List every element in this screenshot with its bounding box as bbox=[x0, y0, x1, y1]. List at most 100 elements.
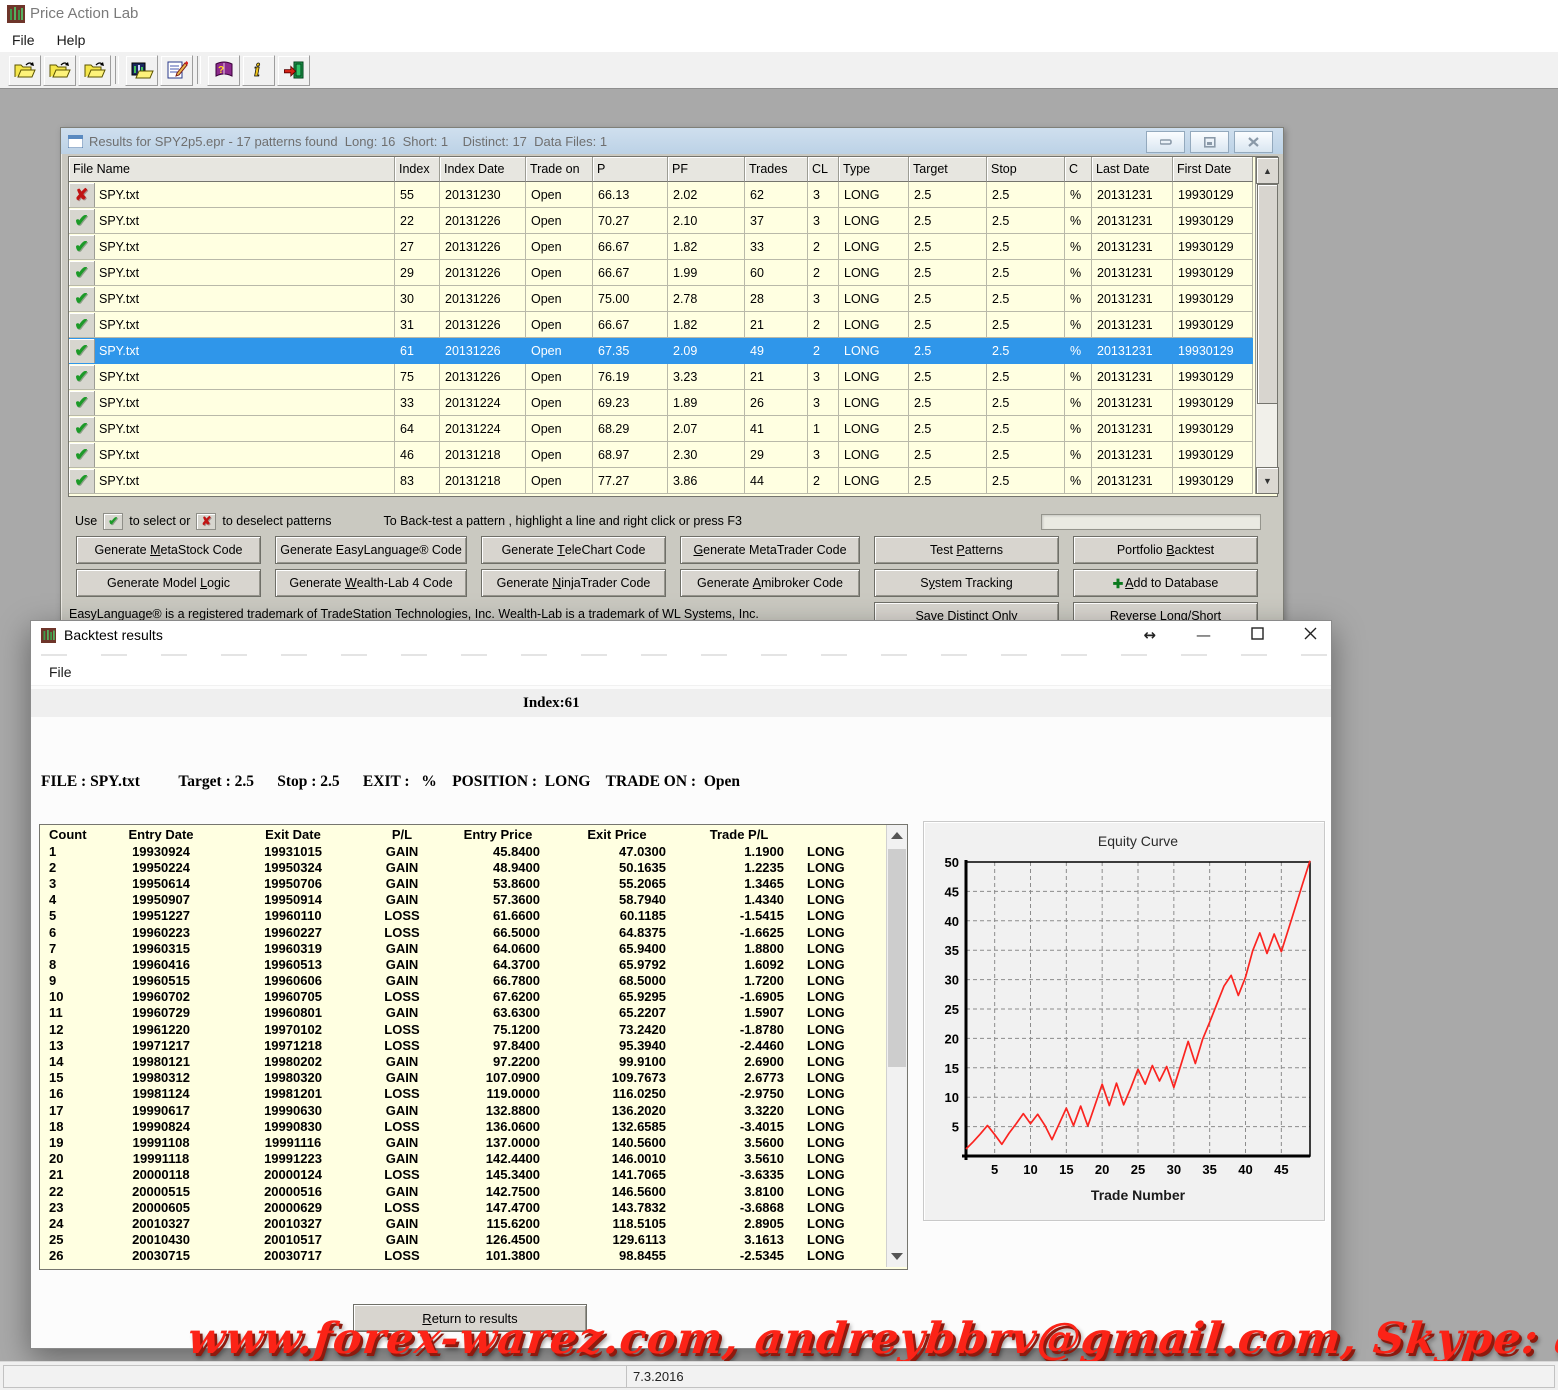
check-icon[interactable]: ✔ bbox=[69, 235, 95, 259]
check-icon[interactable]: ✔ bbox=[69, 261, 95, 285]
check-icon[interactable]: ✔ bbox=[69, 287, 95, 311]
action-button[interactable]: ✚ Add to Database bbox=[1073, 569, 1258, 597]
scroll-down-icon[interactable]: ▼ bbox=[1256, 467, 1279, 494]
close-icon[interactable] bbox=[1234, 131, 1273, 153]
backtest-titlebar[interactable]: Backtest results ↔ — bbox=[31, 621, 1331, 649]
cell: 2 bbox=[808, 468, 839, 494]
svg-text:Trade Number: Trade Number bbox=[1091, 1187, 1186, 1203]
svg-text:40: 40 bbox=[945, 914, 959, 929]
column-header[interactable]: Target bbox=[909, 157, 987, 182]
trade-row: 51995122719960110LOSS61.660060.1185-1.54… bbox=[40, 908, 907, 924]
action-button[interactable]: Generate Wealth-Lab 4 Code bbox=[275, 569, 467, 597]
check-icon[interactable]: ✔ bbox=[69, 391, 95, 415]
pattern-row[interactable]: ✔SPY.txt2720131226Open66.671.82332LONG2.… bbox=[69, 234, 1253, 260]
restore-icon[interactable] bbox=[1190, 131, 1229, 153]
menu-help[interactable]: Help bbox=[47, 30, 96, 50]
column-header[interactable]: C bbox=[1065, 157, 1092, 182]
cell: 19960223 bbox=[98, 924, 224, 940]
open-file-icon[interactable] bbox=[78, 55, 111, 86]
column-header[interactable]: First Date bbox=[1173, 157, 1253, 182]
cell: 19980320 bbox=[224, 1070, 362, 1086]
maximize-icon[interactable] bbox=[1251, 626, 1264, 644]
check-icon[interactable]: ✔ bbox=[69, 339, 95, 363]
column-header[interactable]: Index bbox=[395, 157, 440, 182]
column-header[interactable]: Index Date bbox=[440, 157, 526, 182]
pattern-row[interactable]: ✔SPY.txt8320131218Open77.273.86442LONG2.… bbox=[69, 468, 1253, 494]
cell: 19930129 bbox=[1173, 442, 1253, 468]
trade-row: 232000060520000629LOSS147.4700143.7832-3… bbox=[40, 1199, 907, 1215]
scan-folder-icon[interactable] bbox=[125, 55, 158, 86]
cross-icon[interactable]: ✘ bbox=[69, 183, 95, 207]
scrollbar-thumb[interactable] bbox=[888, 849, 906, 1067]
cell: ✔SPY.txt bbox=[69, 286, 395, 312]
cell: 19930129 bbox=[1173, 234, 1253, 260]
action-button[interactable]: Generate Amibroker Code bbox=[680, 569, 860, 597]
pattern-row[interactable]: ✔SPY.txt6120131226Open67.352.09492LONG2.… bbox=[69, 338, 1253, 364]
check-icon[interactable]: ✔ bbox=[69, 209, 95, 233]
trade-list-scrollbar[interactable] bbox=[886, 825, 907, 1267]
about-icon[interactable]: i bbox=[242, 55, 275, 86]
results-titlebar[interactable]: Results for SPY2p5.epr - 17 patterns fou… bbox=[61, 128, 1283, 154]
check-icon[interactable]: ✔ bbox=[69, 417, 95, 441]
resize-arrows-icon[interactable]: ↔ bbox=[1143, 626, 1156, 644]
trade-row: 41995090719950914GAIN57.360058.79401.434… bbox=[40, 892, 907, 908]
minimize-icon[interactable]: — bbox=[1196, 626, 1211, 644]
pattern-row[interactable]: ✔SPY.txt3120131226Open66.671.82212LONG2.… bbox=[69, 312, 1253, 338]
action-button[interactable]: System Tracking bbox=[874, 569, 1059, 597]
pattern-row[interactable]: ✔SPY.txt7520131226Open76.193.23213LONG2.… bbox=[69, 364, 1253, 390]
action-button[interactable]: Generate NinjaTrader Code bbox=[481, 569, 666, 597]
close-icon[interactable] bbox=[1304, 626, 1317, 644]
menu-file[interactable]: File bbox=[2, 30, 45, 50]
edit-report-icon[interactable] bbox=[160, 55, 193, 86]
column-header[interactable]: P bbox=[593, 157, 668, 182]
trade-list: CountEntry DateExit DateP/LEntry PriceEx… bbox=[39, 824, 908, 1270]
open-file-icon[interactable] bbox=[8, 55, 41, 86]
cell: 1.5907 bbox=[680, 1005, 798, 1021]
column-header[interactable]: Type bbox=[839, 157, 909, 182]
column-header[interactable]: CL bbox=[808, 157, 839, 182]
action-button[interactable]: Generate MetaStock Code bbox=[76, 536, 261, 564]
column-header[interactable]: Trades bbox=[745, 157, 808, 182]
cell: 21 bbox=[40, 1167, 98, 1183]
menu-file[interactable]: File bbox=[39, 662, 82, 682]
exit-icon[interactable] bbox=[277, 55, 310, 86]
cell: 20131226 bbox=[440, 208, 526, 234]
cell: 2.5 bbox=[987, 442, 1065, 468]
scroll-up-icon[interactable] bbox=[891, 832, 903, 839]
column-header[interactable]: File Name bbox=[69, 157, 395, 182]
column-header[interactable]: PF bbox=[668, 157, 745, 182]
help-book-icon[interactable]: ? bbox=[207, 55, 240, 86]
pattern-row[interactable]: ✔SPY.txt4620131218Open68.972.30293LONG2.… bbox=[69, 442, 1253, 468]
check-icon[interactable]: ✔ bbox=[69, 365, 95, 389]
patterns-table-scrollbar[interactable]: ▲ ▼ bbox=[1255, 157, 1277, 494]
action-button[interactable]: Generate TeleChart Code bbox=[481, 536, 666, 564]
scroll-up-icon[interactable]: ▲ bbox=[1256, 157, 1279, 184]
svg-text:i: i bbox=[254, 61, 260, 80]
column-header[interactable]: Trade on bbox=[526, 157, 593, 182]
scrollbar-thumb[interactable] bbox=[1257, 184, 1278, 404]
check-icon[interactable]: ✔ bbox=[69, 313, 95, 337]
check-icon[interactable]: ✔ bbox=[69, 443, 95, 467]
trade-row: 181999082419990830LOSS136.0600132.6585-3… bbox=[40, 1118, 907, 1134]
pattern-row[interactable]: ✔SPY.txt3020131226Open75.002.78283LONG2.… bbox=[69, 286, 1253, 312]
backtest-menubar: File bbox=[31, 659, 1331, 686]
pattern-row[interactable]: ✘SPY.txt5520131230Open66.132.02623LONG2.… bbox=[69, 182, 1253, 208]
action-button[interactable]: Portfolio Backtest bbox=[1073, 536, 1258, 564]
action-button[interactable]: Test Patterns bbox=[874, 536, 1059, 564]
pattern-row[interactable]: ✔SPY.txt2920131226Open66.671.99602LONG2.… bbox=[69, 260, 1253, 286]
pattern-row[interactable]: ✔SPY.txt3320131224Open69.231.89263LONG2.… bbox=[69, 390, 1253, 416]
action-button[interactable]: Generate EasyLanguage® Code bbox=[275, 536, 467, 564]
scroll-down-icon[interactable] bbox=[891, 1253, 903, 1260]
minimize-icon[interactable] bbox=[1146, 131, 1185, 153]
action-button[interactable]: Generate Model Logic bbox=[76, 569, 261, 597]
action-button[interactable]: Generate MetaTrader Code bbox=[680, 536, 860, 564]
pattern-row[interactable]: ✔SPY.txt2220131226Open70.272.10373LONG2.… bbox=[69, 208, 1253, 234]
cell: 3 bbox=[808, 364, 839, 390]
column-header[interactable]: Stop bbox=[987, 157, 1065, 182]
check-icon[interactable]: ✔ bbox=[69, 469, 95, 493]
cell: 3 bbox=[808, 286, 839, 312]
cell: 20000605 bbox=[98, 1199, 224, 1215]
pattern-row[interactable]: ✔SPY.txt6420131224Open68.292.07411LONG2.… bbox=[69, 416, 1253, 442]
open-file-icon[interactable] bbox=[43, 55, 76, 86]
column-header[interactable]: Last Date bbox=[1092, 157, 1173, 182]
